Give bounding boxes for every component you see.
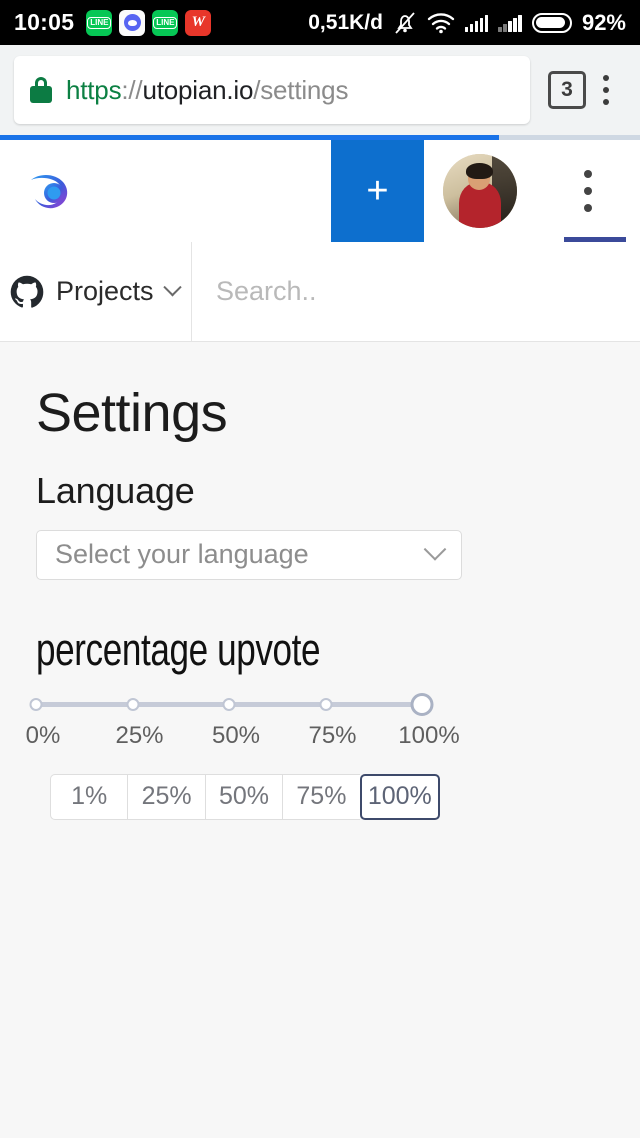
battery-percent-label: 92% xyxy=(581,9,626,35)
upvote-preset-buttons: 1% 25% 50% 75% 100% xyxy=(50,773,441,820)
tab-count-button[interactable]: 3 xyxy=(548,71,586,109)
utopian-logo[interactable] xyxy=(0,140,100,242)
page-title: Settings xyxy=(36,383,228,443)
overflow-menu-button[interactable] xyxy=(536,140,640,242)
url-scheme: https xyxy=(66,74,122,105)
browser-toolbar: https://utopian.io/settings 3 xyxy=(0,45,640,135)
address-bar[interactable]: https://utopian.io/settings xyxy=(14,56,530,124)
app-header: + xyxy=(0,140,640,242)
slider-tick[interactable] xyxy=(126,697,139,711)
projects-dropdown[interactable]: Projects xyxy=(0,242,192,341)
status-clock: 10:05 xyxy=(14,9,75,35)
slider-tick[interactable] xyxy=(319,697,332,711)
avatar-image xyxy=(443,154,517,228)
secondary-nav: Projects Search.. xyxy=(0,242,640,342)
avatar[interactable] xyxy=(424,140,536,242)
slider-tick-label: 50% xyxy=(211,721,261,749)
preset-button-25pct[interactable]: 25% xyxy=(127,773,205,820)
utopian-logo-icon xyxy=(31,174,68,209)
preset-button-75pct[interactable]: 75% xyxy=(282,773,360,820)
slider-tick-label: 25% xyxy=(115,721,164,749)
slider-tick-label: 100% xyxy=(398,721,460,749)
status-bar: 10:05 LINE LINE W 0,51K/d 92% xyxy=(0,0,640,45)
line-icon: LINE xyxy=(86,9,113,36)
url-host: utopian.io xyxy=(142,74,254,105)
header-spacer xyxy=(100,140,331,242)
secure-lock-icon xyxy=(30,77,52,103)
language-select[interactable]: Select your language xyxy=(36,529,462,580)
preset-button-100pct[interactable]: 100% xyxy=(359,773,441,820)
url-path: /settings xyxy=(253,74,349,105)
search-input[interactable]: Search.. xyxy=(192,242,640,341)
status-indicators: 0,51K/d 92% xyxy=(308,10,626,36)
status-app-icons: LINE LINE W xyxy=(86,9,212,36)
notifications-muted-icon xyxy=(393,10,417,36)
slider-thumb[interactable] xyxy=(410,692,434,716)
preset-button-50pct[interactable]: 50% xyxy=(204,773,283,820)
browser-menu-icon[interactable] xyxy=(586,75,626,105)
url-separator: :// xyxy=(121,74,143,105)
discord-icon xyxy=(119,9,146,36)
github-icon xyxy=(10,275,44,308)
language-section-label: Language xyxy=(36,469,195,511)
slider-tick-label: 75% xyxy=(308,721,357,749)
line-icon: LINE xyxy=(152,9,179,36)
new-post-button[interactable]: + xyxy=(331,140,424,242)
signal-full-icon xyxy=(464,14,489,32)
slider-tick[interactable] xyxy=(222,697,236,711)
battery-icon xyxy=(531,12,572,33)
upvote-percentage-slider[interactable] xyxy=(29,692,434,716)
w-app-icon: W xyxy=(185,9,212,36)
language-select-value: Select your language xyxy=(55,539,309,570)
search-placeholder: Search.. xyxy=(216,276,317,306)
slider-tick-labels: 0% 25% 50% 75% 100% xyxy=(26,721,460,752)
preset-button-1pct[interactable]: 1% xyxy=(50,773,128,820)
chevron-down-icon xyxy=(162,278,182,297)
slider-tick-label: 0% xyxy=(25,721,61,749)
projects-label: Projects xyxy=(56,276,154,306)
chevron-down-icon xyxy=(423,537,447,561)
slider-tick[interactable] xyxy=(29,697,43,711)
upvote-percentage-label: percentage upvote xyxy=(36,623,321,675)
signal-partial-icon xyxy=(498,14,522,32)
phone-screen: 10:05 LINE LINE W 0,51K/d 92% https://ut… xyxy=(0,0,640,1138)
wifi-icon xyxy=(427,12,455,34)
url-text: https://utopian.io/settings xyxy=(66,75,348,106)
overflow-menu-icon xyxy=(584,170,592,212)
data-speed-label: 0,51K/d xyxy=(308,10,383,34)
settings-page: Settings Language Select your language p… xyxy=(0,343,640,1138)
